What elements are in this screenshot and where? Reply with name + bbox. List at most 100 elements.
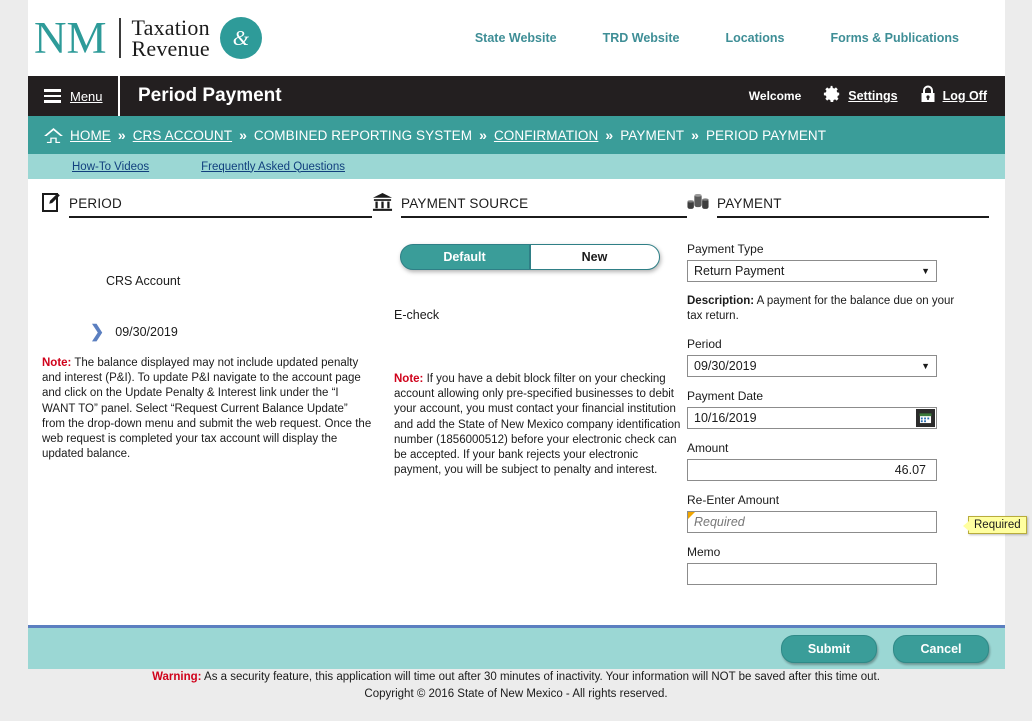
- payment-type-select[interactable]: Return Payment ▼: [687, 260, 937, 282]
- breadcrumb-item-payment: PAYMENT: [620, 128, 684, 143]
- period-field-value: 09/30/2019: [694, 359, 757, 373]
- page-root: NM Taxation Revenue & State Website TRD …: [0, 0, 1032, 721]
- amount-value: 46.07: [895, 463, 926, 477]
- memo-field: Memo: [687, 545, 989, 585]
- faq-link[interactable]: Frequently Asked Questions: [201, 161, 345, 173]
- memo-label: Memo: [687, 545, 989, 559]
- top-navigation: State Website TRD Website Locations Form…: [475, 31, 1005, 45]
- nav-link-state-website[interactable]: State Website: [475, 31, 557, 45]
- gear-icon: [823, 85, 841, 108]
- breadcrumb-separator: »: [118, 127, 126, 143]
- nav-link-trd-website[interactable]: TRD Website: [603, 31, 680, 45]
- period-field: Period 09/30/2019 ▼: [687, 337, 989, 377]
- period-section-header: PERIOD: [42, 188, 372, 220]
- appbar-right-group: Welcome Settings: [749, 85, 1005, 108]
- chevron-down-icon: ▼: [921, 266, 930, 276]
- crs-account-label: CRS Account: [106, 274, 372, 288]
- spacer: [687, 377, 989, 389]
- breadcrumb: HOME » CRS ACCOUNT » COMBINED REPORTING …: [28, 116, 1005, 154]
- menu-button-label: Menu: [70, 89, 103, 104]
- site-header: NM Taxation Revenue & State Website TRD …: [28, 0, 1005, 76]
- payment-source-toggle-wrap: Default New: [372, 244, 687, 270]
- payment-date-label: Payment Date: [687, 389, 989, 403]
- breadcrumb-item-crs-account[interactable]: CRS ACCOUNT: [133, 128, 232, 143]
- calendar-icon[interactable]: [916, 409, 935, 427]
- payment-type-field: Payment Type Return Payment ▼: [687, 242, 989, 282]
- chevron-down-icon: ▼: [921, 361, 930, 371]
- spacer: [687, 533, 989, 545]
- payment-source-section-title: PAYMENT SOURCE: [401, 196, 687, 218]
- payment-source-toggle: Default New: [400, 244, 660, 270]
- payment-section-title: PAYMENT: [717, 196, 989, 218]
- payment-date-input[interactable]: 10/16/2019: [687, 407, 937, 429]
- logo-nm-text: NM: [34, 16, 107, 61]
- payment-source-note-label: Note:: [394, 373, 423, 385]
- nav-link-forms-publications[interactable]: Forms & Publications: [831, 31, 960, 45]
- action-bar: Submit Cancel: [28, 625, 1005, 669]
- menu-button[interactable]: Menu: [28, 76, 120, 116]
- edit-note-icon: [42, 192, 61, 218]
- toggle-option-default[interactable]: Default: [400, 244, 530, 270]
- amount-label: Amount: [687, 441, 989, 455]
- page-title: Period Payment: [138, 85, 282, 107]
- period-section-title: PERIOD: [69, 196, 372, 218]
- payment-type-description: Description: A payment for the balance d…: [687, 294, 964, 324]
- payment-section: PAYMENT Payment Type Return Payment ▼ De…: [687, 188, 989, 585]
- payment-source-section-header: PAYMENT SOURCE: [372, 188, 687, 220]
- how-to-videos-link[interactable]: How-To Videos: [72, 161, 149, 173]
- payment-type-label: Payment Type: [687, 242, 989, 256]
- bank-icon: [372, 192, 393, 218]
- logoff-action[interactable]: Log Off: [920, 85, 987, 108]
- payment-type-value: Return Payment: [694, 264, 784, 278]
- help-links-bar: How-To Videos Frequently Asked Questions: [28, 154, 1005, 179]
- period-date-row[interactable]: ❯ 09/30/2019: [90, 323, 372, 340]
- footer-warning-label: Warning:: [152, 671, 201, 683]
- logo-line-revenue: Revenue: [132, 38, 210, 59]
- reenter-amount-placeholder: Required: [694, 515, 745, 529]
- period-note: Note: The balance displayed may not incl…: [42, 356, 372, 462]
- description-label: Description:: [687, 295, 754, 307]
- logo-wordmark: Taxation Revenue: [132, 17, 210, 60]
- payment-section-header: PAYMENT: [687, 188, 989, 220]
- payment-source-note: Note: If you have a debit block filter o…: [394, 372, 686, 478]
- reenter-amount-input[interactable]: Required: [687, 511, 937, 533]
- home-icon: [44, 127, 63, 144]
- payment-source-value: E-check: [394, 308, 687, 322]
- breadcrumb-item-confirmation[interactable]: CONFIRMATION: [494, 128, 598, 143]
- breadcrumb-item-home[interactable]: HOME: [70, 128, 111, 143]
- breadcrumb-separator: »: [691, 127, 699, 143]
- footer-warning-text: As a security feature, this application …: [202, 671, 880, 683]
- breadcrumb-separator: »: [479, 127, 487, 143]
- spacer: [687, 481, 989, 493]
- application-bar: Menu Period Payment Welcome Settings: [28, 76, 1005, 116]
- logoff-link[interactable]: Log Off: [943, 89, 987, 103]
- payment-source-note-text: If you have a debit block filter on your…: [394, 373, 680, 476]
- toggle-option-new[interactable]: New: [530, 244, 660, 270]
- spacer: [687, 429, 989, 441]
- cancel-button[interactable]: Cancel: [893, 635, 989, 663]
- lock-icon: [920, 85, 936, 108]
- required-marker-icon: [688, 512, 695, 519]
- period-date-value: 09/30/2019: [115, 325, 178, 339]
- amount-input[interactable]: 46.07: [687, 459, 937, 481]
- welcome-text: Welcome: [749, 89, 801, 103]
- site-logo[interactable]: NM Taxation Revenue &: [34, 16, 262, 61]
- breadcrumb-item-combined-reporting-system: COMBINED REPORTING SYSTEM: [254, 128, 472, 143]
- memo-input[interactable]: [687, 563, 937, 585]
- nav-link-locations[interactable]: Locations: [725, 31, 784, 45]
- submit-button[interactable]: Submit: [781, 635, 877, 663]
- payment-source-section: PAYMENT SOURCE Default New E-check Note:…: [372, 188, 687, 585]
- payment-date-field: Payment Date 10/16/2019: [687, 389, 989, 429]
- reenter-amount-label: Re-Enter Amount: [687, 493, 989, 507]
- settings-link[interactable]: Settings: [848, 89, 897, 103]
- breadcrumb-item-period-payment: PERIOD PAYMENT: [706, 128, 826, 143]
- coins-icon: [687, 192, 709, 218]
- required-tooltip: Required: [968, 516, 1027, 534]
- reenter-amount-field: Re-Enter Amount Required: [687, 493, 989, 533]
- settings-action[interactable]: Settings: [823, 85, 897, 108]
- footer: Warning: As a security feature, this app…: [0, 669, 1032, 702]
- logo-line-taxation: Taxation: [132, 17, 210, 38]
- period-section: PERIOD CRS Account ❯ 09/30/2019 Note: Th…: [42, 188, 372, 585]
- period-select[interactable]: 09/30/2019 ▼: [687, 355, 937, 377]
- amount-field: Amount 46.07: [687, 441, 989, 481]
